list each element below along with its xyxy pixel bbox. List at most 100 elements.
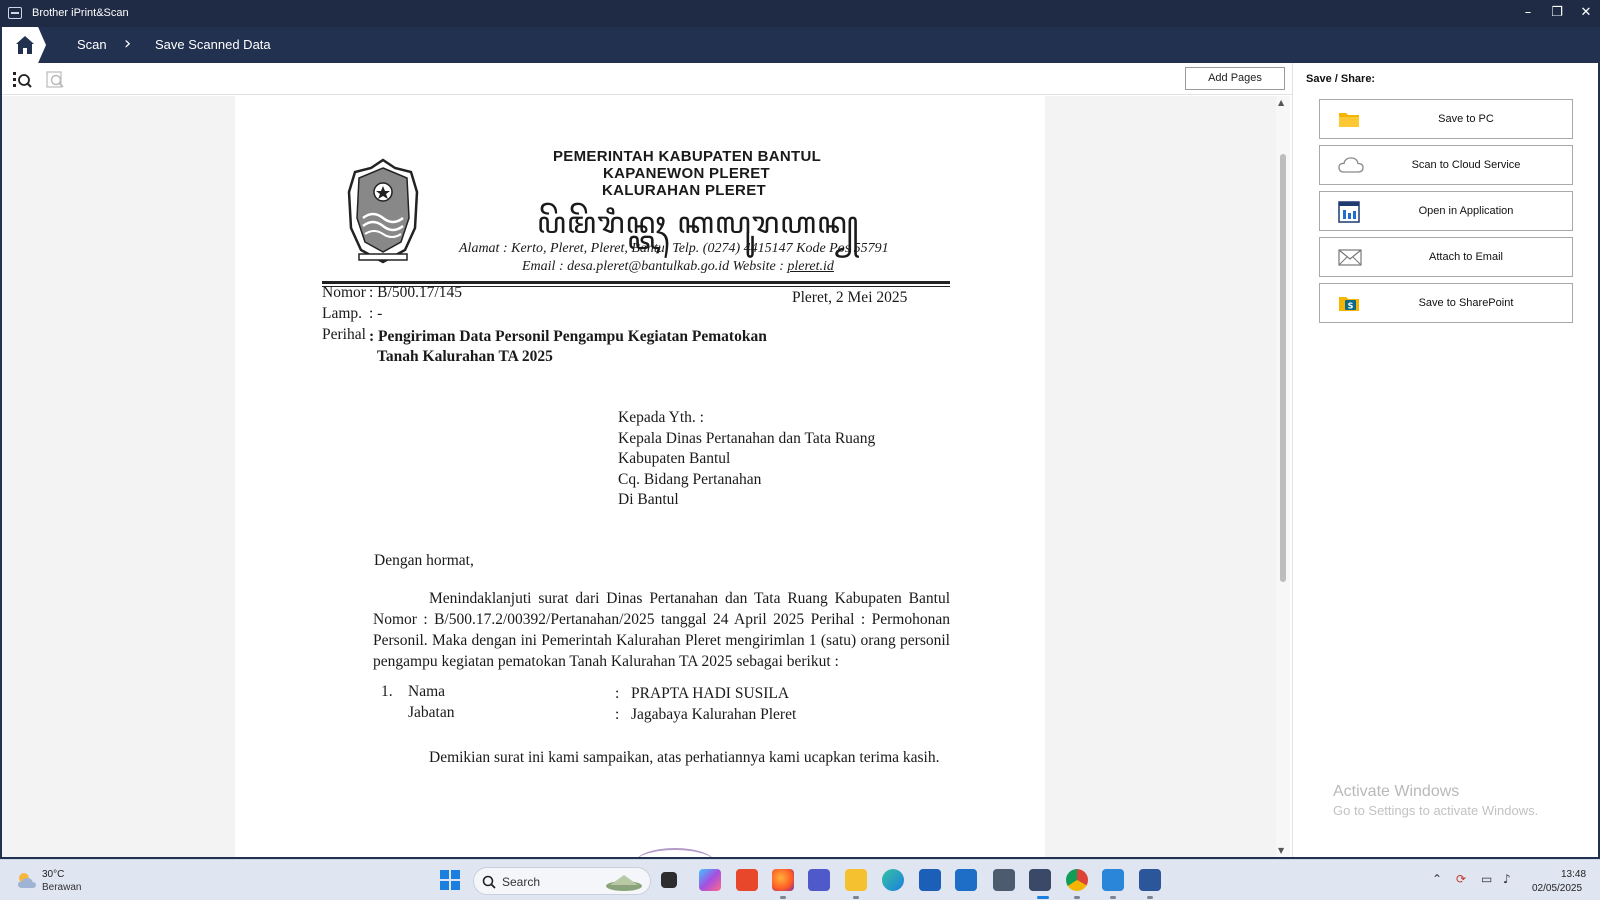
perihal-value-line-1: : Pengiriman Data Personil Pengampu Kegi… (369, 328, 767, 345)
running-indicator (853, 896, 859, 899)
nama-label: Nama (408, 683, 446, 700)
clock-date[interactable]: 02/05/2025 (1532, 883, 1582, 894)
lamp-label: Lamp. (322, 305, 363, 322)
header-email-text: Email : desa.pleret@bantulkab.go.id Webs… (522, 259, 788, 274)
save-to-sharepoint-label: Save to SharePoint (1418, 297, 1514, 309)
minimize-button[interactable]: – (1514, 0, 1542, 27)
recipient-line: Kepala Dinas Pertanahan dan Tata Ruang (618, 430, 876, 447)
activation-watermark-text: Go to Settings to activate Windows. (1333, 803, 1539, 818)
list-number: 1. (381, 683, 393, 700)
zoom-page-icon[interactable] (46, 71, 66, 89)
add-pages-button[interactable]: Add Pages (1185, 67, 1285, 90)
running-indicator (780, 896, 786, 899)
windows-start-icon[interactable] (440, 870, 460, 890)
share-panel-title: Save / Share: (1306, 73, 1376, 85)
stamp-edge (635, 848, 715, 857)
mail-icon[interactable] (955, 869, 977, 891)
sharepoint-icon: S (1339, 297, 1359, 311)
page-list-icon[interactable] (12, 71, 32, 89)
breadcrumb-save-scanned-data: Save Scanned Data (155, 37, 271, 52)
recipient-line: Di Bantul (618, 491, 679, 508)
camera-icon[interactable] (993, 869, 1015, 891)
regency-seal-icon (347, 158, 419, 264)
attach-to-email-label: Attach to Email (1429, 251, 1503, 263)
app-icon (8, 7, 22, 19)
preview-toolbar: Add Pages (2, 63, 1292, 95)
scan-to-cloud-button[interactable]: Scan to Cloud Service (1319, 145, 1573, 185)
breadcrumb-scan[interactable]: Scan (77, 37, 107, 52)
open-in-application-label: Open in Application (1418, 205, 1514, 217)
taskbar: 30°C Berawan Search ⌃ ⟳ ▭ ♪ 13:48 02/05/… (0, 859, 1600, 900)
taskbar-search[interactable]: Search (473, 867, 651, 895)
jabatan-value: Jagabaya Kalurahan Pleret (631, 706, 797, 723)
home-button[interactable] (2, 27, 46, 63)
word-icon[interactable] (1139, 869, 1161, 891)
nomor-label: Nomor (322, 284, 366, 301)
header-line-1: PEMERINTAH KABUPATEN BANTUL (553, 148, 822, 165)
greeting: Dengan hormat, (374, 552, 474, 569)
attach-to-email-button[interactable]: Attach to Email (1319, 237, 1573, 277)
scroll-up-icon[interactable]: ▲ (1278, 98, 1284, 107)
open-in-application-button[interactable]: Open in Application (1319, 191, 1573, 231)
edge-icon[interactable] (882, 869, 904, 891)
search-placeholder: Search (502, 875, 541, 889)
title-bar: Brother iPrint&Scan – ❐ ✕ (0, 0, 1600, 27)
running-indicator (1110, 896, 1116, 899)
running-indicator (1147, 896, 1153, 899)
iprint-scan-icon[interactable] (1029, 869, 1051, 891)
share-panel: Save / Share: Save to PC Scan to Cloud S… (1292, 63, 1598, 857)
letter-date: Pleret, 2 Mei 2025 (792, 289, 908, 306)
file-explorer-icon[interactable] (845, 869, 867, 891)
clock-time[interactable]: 13:48 (1561, 869, 1586, 880)
scroll-down-icon[interactable]: ▼ (1278, 846, 1284, 855)
perihal-label: Perihal (322, 326, 366, 343)
chevron-right-icon: › (124, 33, 132, 54)
task-view-icon[interactable] (661, 872, 677, 888)
preview-scrollbar[interactable]: ▲ ▼ (1276, 96, 1290, 857)
scanned-page: PEMERINTAH KABUPATEN BANTUL KAPANEWON PL… (235, 96, 1045, 857)
header-website: pleret.id (787, 259, 834, 274)
header-line-3: KALURAHAN PLERET (602, 182, 766, 199)
search-icon (482, 875, 496, 889)
folder-icon (1339, 113, 1359, 127)
weather-temperature[interactable]: 30°C (42, 869, 64, 880)
recipient-line: Cq. Bidang Pertanahan (618, 471, 762, 488)
header-email: Email : desa.pleret@bantulkab.go.id Webs… (522, 259, 834, 275)
copilot-icon[interactable] (699, 869, 721, 891)
jabatan-label: Jabatan (408, 704, 455, 721)
chrome-icon[interactable] (1066, 869, 1088, 891)
nama-value: PRAPTA HADI SUSILA (631, 685, 790, 702)
scrollbar-thumb[interactable] (1280, 154, 1286, 582)
window-title: Brother iPrint&Scan (32, 7, 129, 19)
breadcrumb: Scan › Save Scanned Data (0, 27, 1600, 63)
nomor-value: : B/500.17/145 (369, 284, 463, 301)
body-paragraph: Menindaklanjuti surat dari Dinas Pertana… (373, 590, 950, 670)
weather-cloudy-icon[interactable] (16, 870, 38, 890)
scan-to-cloud-label: Scan to Cloud Service (1411, 159, 1521, 171)
activation-watermark-title: Activate Windows (1333, 783, 1460, 800)
volume-icon[interactable]: ♪ (1503, 872, 1511, 886)
firefox-icon[interactable] (772, 869, 794, 891)
network-icon[interactable]: ▭ (1481, 872, 1492, 886)
save-to-sharepoint-button[interactable]: S Save to SharePoint (1319, 283, 1573, 323)
active-indicator (1037, 896, 1049, 899)
perihal-value-line-2: Tanah Kalurahan TA 2025 (377, 348, 553, 365)
photos-icon[interactable] (1102, 869, 1124, 891)
show-hidden-icons-icon[interactable]: ⌃ (1432, 872, 1442, 886)
header-line-2: KAPANEWON PLERET (603, 165, 771, 182)
teams-icon[interactable] (808, 869, 830, 891)
lamp-value: : - (369, 305, 383, 322)
sync-icon[interactable]: ⟳ (1456, 872, 1466, 886)
store-icon[interactable] (919, 869, 941, 891)
maximize-button[interactable]: ❐ (1543, 0, 1571, 27)
recipient-line: Kabupaten Bantul (618, 450, 731, 467)
nama-colon: : (615, 685, 620, 702)
application-icon (1338, 201, 1360, 223)
weather-description[interactable]: Berawan (42, 882, 81, 893)
close-button[interactable]: ✕ (1572, 0, 1600, 27)
office-app-icon[interactable] (736, 869, 758, 891)
save-to-pc-button[interactable]: Save to PC (1319, 99, 1573, 139)
scan-preview: PEMERINTAH KABUPATEN BANTUL KAPANEWON PL… (2, 96, 1290, 857)
recipient-line: Kepada Yth. : (618, 409, 704, 426)
header-address: Alamat : Kerto, Pleret, Pleret, Bantul T… (459, 241, 889, 256)
